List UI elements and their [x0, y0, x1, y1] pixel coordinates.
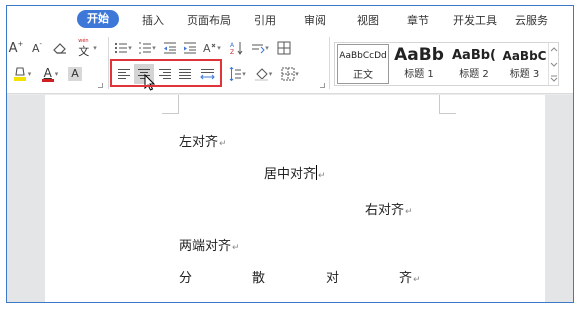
chinese-layout-button[interactable]: A ▾	[201, 39, 223, 57]
font-color-button[interactable]: A ▾	[39, 65, 61, 83]
svg-text:A: A	[203, 42, 211, 55]
line-align-right: 右对齐↵	[365, 203, 413, 218]
paint-bucket-icon	[254, 68, 268, 81]
svg-text:Z: Z	[230, 49, 234, 55]
margin-mark	[439, 95, 440, 113]
eraser-icon	[53, 43, 66, 54]
alignment-highlight-box	[110, 59, 222, 87]
document-page[interactable]: 左对齐↵ 居中对齐 ↵ 右对齐↵ 两端对齐↵ 分 散 对 齐↵	[45, 95, 545, 302]
increase-indent-button[interactable]	[181, 39, 199, 57]
decrease-indent-button[interactable]	[161, 39, 179, 57]
tab-cloud-service[interactable]: 云服务	[515, 12, 548, 28]
tab-home[interactable]: 开始	[77, 10, 119, 28]
tab-review[interactable]: 审阅	[304, 12, 326, 28]
style-normal[interactable]: AaBbCcDd 正文	[337, 44, 389, 84]
borders-button[interactable]: ▾	[278, 65, 302, 83]
margin-mark	[162, 113, 179, 114]
style-heading-1[interactable]: AaBb 标题 1	[391, 44, 447, 84]
highlighter-icon	[13, 67, 26, 81]
decrease-indent-icon	[164, 42, 176, 54]
margin-mark	[178, 95, 179, 113]
font-color-icon: A	[41, 66, 54, 82]
style-heading-2[interactable]: AaBb( 标题 2	[449, 44, 499, 84]
app-window: 开始 插入 页面布局 引用 审阅 视图 章节 开发工具 云服务 A + A- wé…	[6, 5, 574, 303]
tab-page-layout[interactable]: 页面布局	[187, 12, 231, 28]
document-area: 左对齐↵ 居中对齐 ↵ 右对齐↵ 两端对齐↵ 分 散 对 齐↵	[7, 95, 573, 302]
line-align-center: 居中对齐 ↵	[264, 165, 326, 182]
increase-indent-icon	[184, 42, 196, 54]
sort-icon: A Z	[230, 42, 243, 55]
shrink-font-icon: A	[31, 41, 40, 55]
show-marks-icon	[252, 44, 265, 54]
chinese-layout-icon: A	[203, 42, 216, 55]
paragraph-dialog-launcher[interactable]	[320, 83, 325, 88]
tab-insert[interactable]: 插入	[142, 12, 164, 28]
line-spacing-icon	[229, 67, 242, 81]
show-marks-button[interactable]: ▾	[249, 39, 271, 57]
char-shading-button[interactable]: A	[67, 65, 83, 83]
line-spacing-button[interactable]: ▾	[226, 65, 248, 83]
style-heading-3[interactable]: AaBbC 标题 3	[501, 44, 548, 84]
table-grid-icon	[277, 41, 291, 55]
tab-view[interactable]: 视图	[357, 12, 379, 28]
svg-text:A: A	[230, 42, 235, 49]
shrink-font-button[interactable]: A-	[29, 39, 45, 57]
sort-button[interactable]: A Z	[228, 39, 246, 57]
bullet-list-button[interactable]: ▾	[112, 39, 134, 57]
text-caret	[316, 165, 318, 180]
tab-developer[interactable]: 开发工具	[453, 12, 497, 28]
chevron-up-icon	[550, 47, 558, 52]
more-icon	[550, 75, 558, 82]
numbered-list-button[interactable]: ▾	[136, 39, 158, 57]
group-separator	[329, 37, 330, 89]
bullet-list-icon	[115, 42, 128, 54]
grow-font-icon: A	[8, 40, 18, 56]
borders-icon	[281, 67, 295, 81]
numbered-list-icon	[139, 42, 152, 54]
highlight-color-button[interactable]: ▾	[10, 65, 34, 83]
clear-format-button[interactable]	[51, 39, 69, 57]
chevron-down-icon	[550, 62, 558, 67]
style-gallery: AaBbCcDd 正文 AaBb 标题 1 AaBb( 标题 2 AaBbC 标…	[334, 42, 559, 86]
shading-button[interactable]: ▾	[251, 65, 275, 83]
ribbon-tab-bar: 开始 插入 页面布局 引用 审阅 视图 章节 开发工具 云服务	[7, 6, 573, 32]
margin-mark	[439, 113, 456, 114]
table-grid-button[interactable]	[275, 39, 293, 57]
line-align-left: 左对齐↵	[179, 135, 227, 150]
group-separator	[108, 37, 109, 89]
char-shading-icon: A	[68, 67, 82, 81]
phonetic-guide-button[interactable]: wén 文 ▾	[75, 38, 99, 58]
tab-section[interactable]: 章节	[407, 12, 429, 28]
tab-references[interactable]: 引用	[254, 12, 276, 28]
phonetic-guide-icon: wén 文	[78, 38, 90, 58]
ribbon-home: A + A- wén 文 ▾ ▾ A ▾ A ▾ ▾ A ▾ A Z ▾ ▾ ▾…	[7, 32, 573, 94]
line-justify: 两端对齐↵	[179, 239, 240, 254]
gallery-scroll[interactable]	[548, 43, 558, 85]
grow-font-button[interactable]: A +	[8, 39, 24, 57]
font-dialog-launcher[interactable]	[98, 83, 103, 88]
